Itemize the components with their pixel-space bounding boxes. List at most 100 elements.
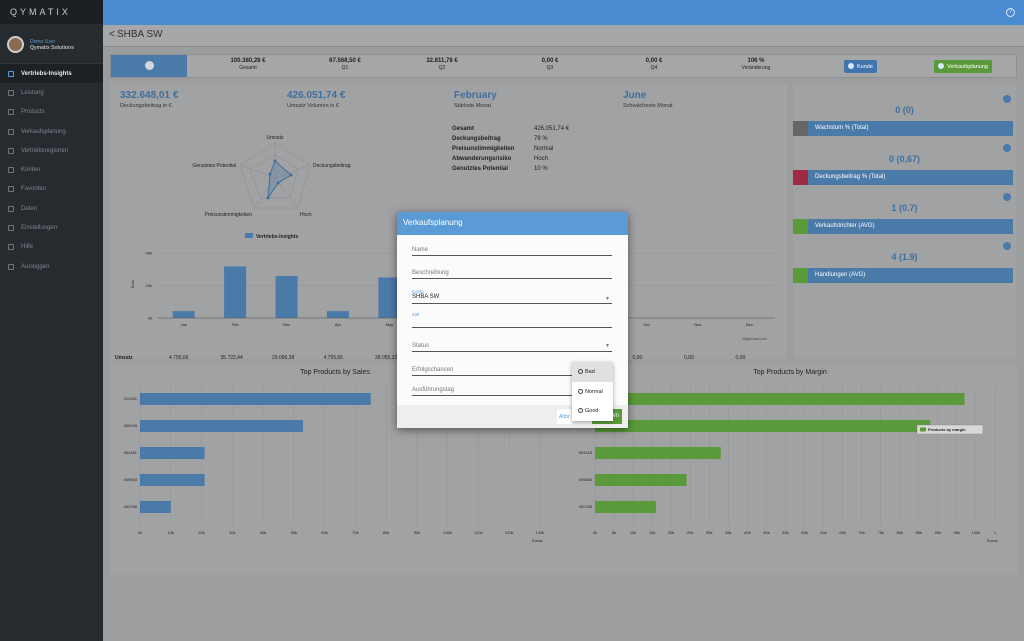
ziel-field[interactable]: Ziel — [412, 312, 612, 328]
metric-value: 0 (0,67) — [888, 154, 921, 164]
metric-bar[interactable]: Verkaufstrichter (AVG) — [793, 219, 1013, 234]
app-logo[interactable]: QYMATIX — [0, 0, 103, 24]
metric-label: Deckungsbeitrag % (Total) — [815, 174, 886, 180]
help-icon — [8, 244, 14, 251]
x-tick-label: 30k — [706, 530, 712, 535]
info-key: Preisunstimmigkeiten — [452, 146, 515, 152]
info-row: Genutztes Potential 10 % — [452, 166, 569, 176]
y-tick-label: 400785 — [579, 504, 593, 509]
sidebar-item-vertriebsregionen[interactable]: Vertriebsregionen — [0, 141, 103, 160]
radar-legend[interactable]: Vertriebs-Insights — [245, 233, 298, 240]
table-cell: 4.755,66 — [169, 355, 189, 361]
metric-bar[interactable]: Wachstum % (Total) — [793, 121, 1013, 136]
sidebar-item-ausloggen[interactable]: Ausloggen — [0, 257, 103, 276]
erfolgschancen-dropdown: Bad Normal Good — [572, 362, 613, 421]
name-field[interactable]: Name — [412, 247, 612, 256]
status-select[interactable]: Status ▼ — [412, 343, 612, 352]
x-tick-label: 10k — [630, 530, 636, 535]
kpi-weakest-month: June Schwächeste Monat — [623, 90, 673, 109]
page-title: SHBA SW — [117, 29, 163, 40]
table-cell: 35.722,44 — [220, 355, 243, 361]
stats-info-button[interactable] — [111, 55, 187, 77]
sidebar-item-verkaufsplanung[interactable]: Verkaufsplanung — [0, 122, 103, 141]
x-tick-label: 20k — [668, 530, 674, 535]
info-icon[interactable] — [1003, 242, 1011, 250]
x-tick-label: 25k — [687, 530, 693, 535]
avatar[interactable] — [7, 36, 24, 53]
sidebar-item-daten[interactable]: Daten — [0, 199, 103, 218]
kunde-button[interactable]: Kunde — [844, 60, 877, 73]
info-key: Genutztes Potential — [452, 166, 509, 172]
help-icon[interactable]: ? — [1006, 8, 1015, 17]
metric-bar[interactable]: Deckungsbeitrag % (Total) — [793, 170, 1013, 185]
info-icon[interactable] — [1003, 193, 1011, 201]
x-tick-label: 35k — [725, 530, 731, 535]
info-table: Gesamt 426.051,74 € Deckungsbeitrag 78 % Pre… — [452, 126, 569, 176]
bar[interactable] — [595, 447, 721, 459]
y-axis-label: Euro — [130, 279, 135, 288]
bar[interactable] — [275, 275, 298, 318]
sidebar-item-products[interactable]: Products — [0, 103, 103, 122]
metric-bar[interactable]: Handlungen (AVG) — [793, 268, 1013, 283]
table-cell: 28.055,32 — [375, 355, 398, 361]
sidebar-item-label: Vertriebs-Insights — [21, 70, 72, 77]
bar[interactable] — [140, 447, 205, 459]
radar-chart: Umsatz Deckungsbeitrag Hoch Preisunstimm… — [192, 135, 350, 218]
sidebar-item-einstellungen[interactable]: Einstellungen — [0, 218, 103, 237]
bar[interactable] — [595, 474, 687, 486]
sidebar-item-label: Einstellungen — [21, 225, 58, 232]
dropdown-option-good[interactable]: Good — [572, 401, 613, 421]
info-icon — [848, 63, 854, 69]
x-tick-label: 40k — [744, 530, 750, 535]
sidebar-item-favoriten[interactable]: Favoriten — [0, 180, 103, 199]
beschreibung-field[interactable]: Beschreibung — [412, 270, 612, 279]
bar[interactable] — [326, 311, 349, 318]
x-tick-label: 90k — [414, 530, 420, 535]
bar[interactable] — [140, 393, 371, 405]
info-icon[interactable] — [1003, 144, 1011, 152]
back-chevron-icon[interactable]: < — [109, 29, 115, 40]
option-label: Good — [585, 408, 599, 415]
x-tick-label: 5k — [612, 530, 616, 535]
konto-select[interactable]: Konto SHBA SW ▼ — [412, 289, 612, 304]
sidebar-item-vertriebs-insights[interactable]: Vertriebs-Insights — [0, 64, 103, 84]
stat-q4: 0,00 € Q4 — [645, 58, 663, 71]
dropdown-option-normal[interactable]: Normal — [572, 382, 613, 402]
title-bar: < SHBA SW — [103, 25, 1024, 47]
metric-icon — [793, 219, 808, 234]
bar[interactable] — [172, 311, 195, 318]
bar[interactable] — [595, 501, 656, 513]
info-row: Gesamt 426.051,74 € — [452, 126, 569, 136]
bar[interactable] — [140, 501, 171, 513]
bar[interactable] — [224, 266, 247, 318]
sidebar-item-label: Konten — [21, 167, 41, 174]
dropdown-option-bad[interactable]: Bad — [572, 362, 613, 382]
bar[interactable] — [140, 420, 304, 432]
ausfuehrungstag-field[interactable]: Ausführungstag — [412, 387, 572, 396]
x-tick-label: 30k — [229, 530, 235, 535]
sidebar-item-label: Leistung — [21, 89, 44, 96]
sidebar-item-label: Daten — [21, 205, 38, 212]
chevron-down-icon: ▼ — [605, 343, 610, 349]
x-tick-label: Apr — [335, 322, 342, 327]
verkaufsplanung-button[interactable]: Verkaufsplanung — [934, 60, 992, 73]
erfolgschancen-select[interactable]: Erfolgschancen — [412, 367, 572, 376]
sidebar-item-konten[interactable]: Konten — [0, 160, 103, 179]
sidebar-item-hilfe[interactable]: Hilfe — [0, 238, 103, 257]
x-tick-label: Nov — [694, 322, 701, 327]
bar[interactable] — [595, 393, 965, 405]
info-icon[interactable] — [1003, 95, 1011, 103]
cancel-button[interactable]: Abbr — [557, 409, 572, 424]
x-tick-label: 0k — [593, 530, 597, 535]
user-profile[interactable]: Demo User Qymatix Solutions — [0, 26, 103, 64]
info-value: 426.051,74 € — [534, 126, 570, 132]
x-tick-label: 0k — [138, 530, 142, 535]
x-tick-label: 10k — [168, 530, 174, 535]
stats-bar: 100.380,28 € Gesamt 67.568,50 € Q1 32.811,… — [110, 54, 1017, 78]
bar[interactable] — [595, 420, 931, 432]
sidebar-item-leistung[interactable]: Leistung — [0, 83, 103, 102]
smiley-icon — [578, 388, 583, 394]
metric-value: 1 (0.7) — [891, 203, 918, 213]
bar[interactable] — [140, 474, 205, 486]
info-key: Abwanderungsrisiko — [452, 156, 512, 162]
